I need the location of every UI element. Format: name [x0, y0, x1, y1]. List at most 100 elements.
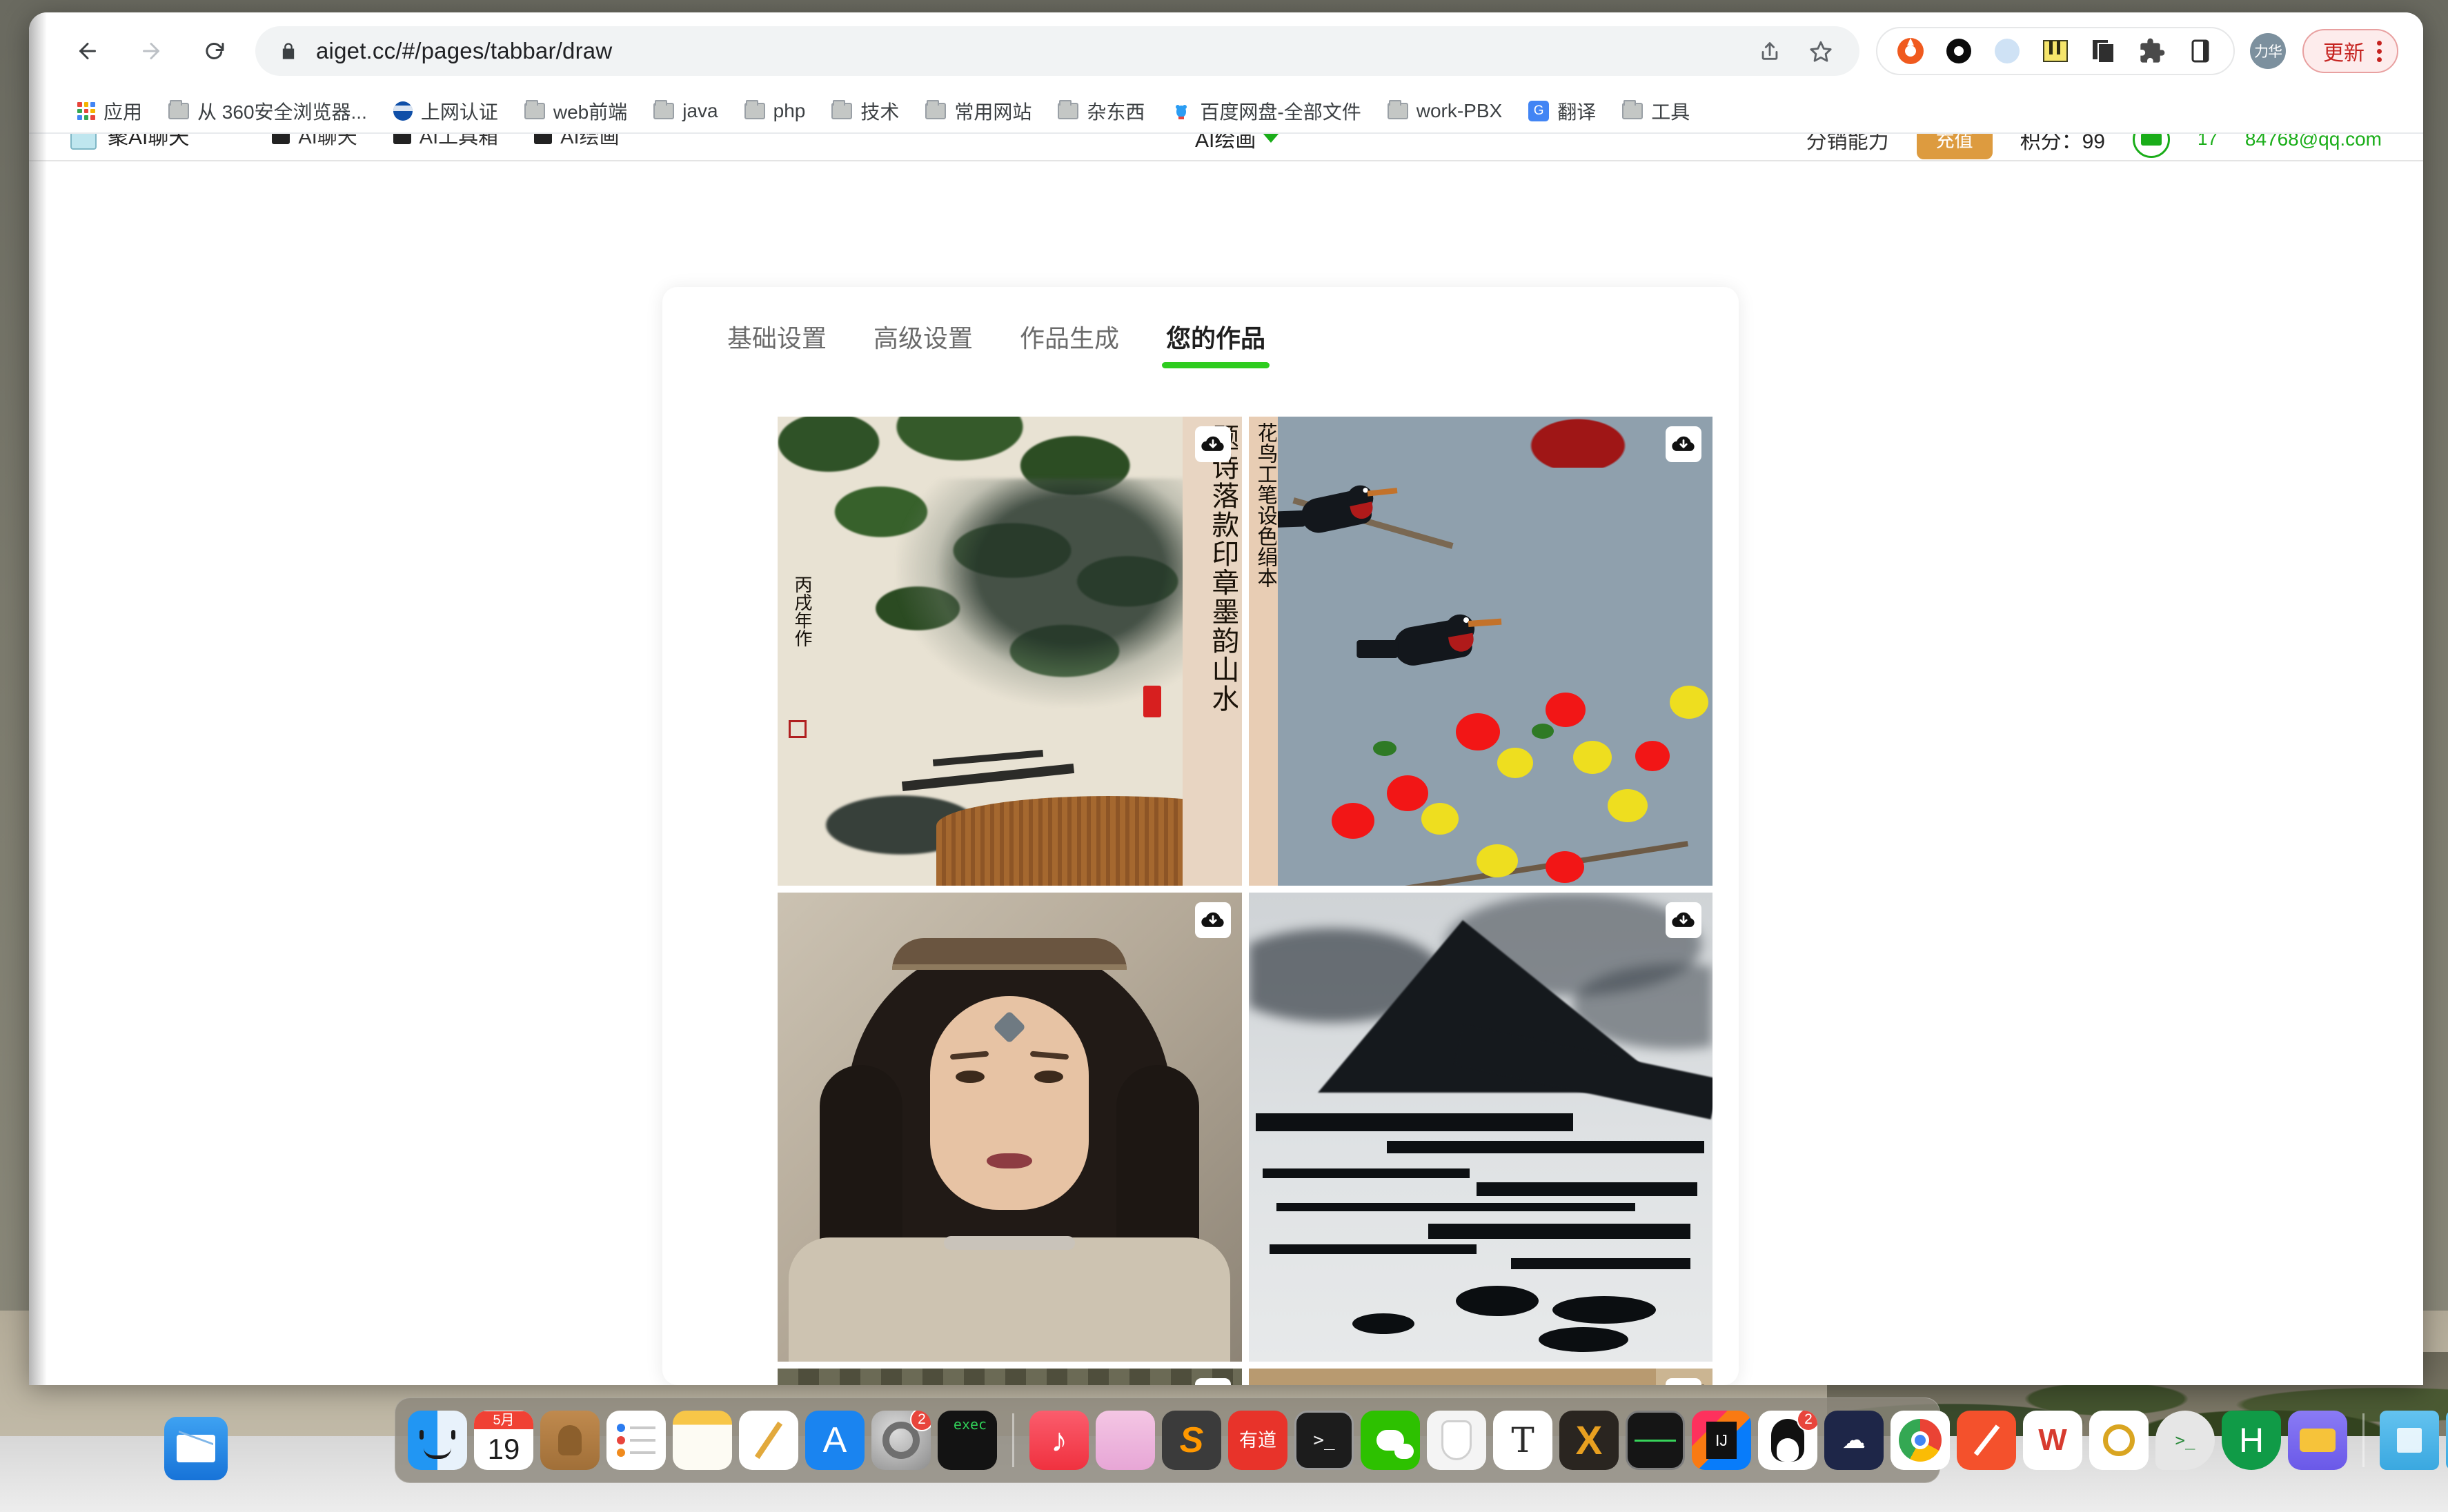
extension-puzzle-icon[interactable] [2137, 36, 2167, 66]
lips [987, 1153, 1032, 1168]
dock-wechat[interactable] [1361, 1411, 1420, 1470]
artwork-pine-landscape[interactable]: 丙戌年作 题诗落款印章墨韵山水 [778, 417, 1242, 886]
bookmark-label: 技术 [860, 97, 899, 125]
dock-intellij-idea[interactable]: IJ [1692, 1411, 1751, 1470]
download-cloud-icon[interactable] [1195, 1378, 1231, 1385]
kebab-menu-icon[interactable] [2377, 41, 2382, 62]
bookmark-tech[interactable]: 技术 [822, 93, 909, 129]
tab-advanced-settings[interactable]: 高级设置 [850, 319, 996, 372]
dock-sketch-pen[interactable] [1957, 1411, 2016, 1470]
dock-calendar[interactable]: 5月 19 [474, 1411, 533, 1470]
bookmark-java[interactable]: java [644, 96, 727, 126]
dock-activity-monitor[interactable] [1626, 1411, 1685, 1470]
dock-folder-downloads[interactable] [2380, 1411, 2439, 1470]
dock-typora[interactable]: T [1493, 1411, 1552, 1470]
app-brand-label: 聚AI聊天 [108, 134, 189, 150]
dock-cloud-note[interactable]: ☁ [1824, 1411, 1884, 1470]
extension-copy-doc-icon[interactable] [2089, 36, 2119, 66]
choker-necklace [944, 1236, 1075, 1250]
dock-textedit[interactable] [739, 1411, 798, 1470]
bookmark-auth[interactable]: 上网认证 [384, 93, 508, 129]
flower-yellow [1421, 803, 1459, 835]
bookmark-tools[interactable]: 工具 [1612, 93, 1699, 129]
profile-avatar[interactable]: 力华 [2250, 33, 2286, 69]
forward-arrow-icon[interactable] [131, 31, 171, 71]
dock-qq[interactable]: 2 [1758, 1411, 1817, 1470]
artwork-birds-flowers[interactable]: 花鸟工笔设色绢本 [1249, 417, 1713, 886]
dock-terminal[interactable]: >_ [1294, 1411, 1354, 1470]
address-bar[interactable]: aiget.cc/#/pages/tabbar/draw [255, 26, 1859, 76]
download-cloud-icon[interactable] [1195, 426, 1231, 462]
update-button[interactable]: 更新 [2302, 29, 2398, 73]
dock-sublime-text[interactable]: S [1162, 1411, 1221, 1470]
bird-lower [1390, 617, 1473, 669]
dock-contacts[interactable] [540, 1411, 600, 1470]
bookmark-common-sites[interactable]: 常用网站 [916, 93, 1041, 129]
dock-reminders[interactable] [606, 1411, 666, 1470]
bookmark-work-pbx[interactable]: work-PBX [1378, 96, 1512, 126]
app-nav-ai-chat[interactable]: AI聊天 [272, 134, 357, 150]
extension-sidepanel-icon[interactable] [2185, 36, 2215, 66]
download-cloud-icon[interactable] [1666, 1378, 1701, 1385]
flower-red [1387, 775, 1428, 811]
star-icon[interactable] [1806, 36, 1836, 66]
download-cloud-icon[interactable] [1666, 902, 1701, 938]
back-arrow-icon[interactable] [68, 31, 108, 71]
extension-piano-keys-icon[interactable] [2040, 36, 2071, 66]
dock-wps[interactable]: W [2023, 1411, 2082, 1470]
dock-iterm[interactable]: >_ [2155, 1411, 2215, 1470]
calendar-day: 19 [488, 1429, 520, 1469]
tab-your-works[interactable]: 您的作品 [1143, 319, 1289, 372]
bookmark-apps[interactable]: 应用 [68, 93, 152, 129]
user-avatar[interactable] [2133, 134, 2170, 158]
tab-basic-settings[interactable]: 基础设置 [704, 319, 850, 372]
dock-notes[interactable] [673, 1411, 732, 1470]
recharge-button[interactable]: 充值 [1917, 134, 1993, 159]
dock-xcode-x[interactable]: X [1559, 1411, 1619, 1470]
dock-hbuilder[interactable]: H [2222, 1411, 2281, 1470]
tab-generate[interactable]: 作品生成 [996, 319, 1143, 372]
artwork-court-figures[interactable] [778, 1369, 1242, 1385]
bookmark-misc[interactable]: 杂东西 [1048, 93, 1154, 129]
macos-dock: 5月 19 A 2 exec ♪ S 有道 >_ T X IJ 2 ☁ W >_… [395, 1397, 1940, 1483]
reload-icon[interactable] [195, 31, 235, 71]
bird-upper [1298, 488, 1373, 536]
bookmark-360[interactable]: 从 360安全浏览器... [159, 93, 377, 129]
app-brand[interactable]: 聚AI聊天 [70, 134, 189, 150]
dock-finder[interactable] [408, 1411, 467, 1470]
extension-orange-circle-icon[interactable] [1895, 36, 1926, 66]
artwork-ink-mountain[interactable] [1249, 893, 1713, 1362]
bookmark-php[interactable]: php [735, 96, 816, 126]
dock-youdao[interactable]: 有道 [1228, 1411, 1287, 1470]
extension-black-ring-icon[interactable] [1944, 36, 1974, 66]
dock-chrome[interactable] [1891, 1411, 1950, 1470]
app-nav-ai-draw[interactable]: AI绘画 [534, 134, 619, 150]
dock-photos[interactable] [1096, 1411, 1155, 1470]
mode-selector[interactable]: AI绘画 [1195, 134, 1279, 153]
distribution-link[interactable]: 分销能力 [1806, 134, 1889, 155]
flower-yellow [1497, 748, 1533, 778]
bookmark-translate[interactable]: G 翻译 [1519, 93, 1606, 129]
bookmarks-bar: 应用 从 360安全浏览器... 上网认证 web前端 java php 技术 [29, 90, 2423, 134]
dock-pitcher-app[interactable] [1427, 1411, 1486, 1470]
scroll-strip: 花鸟工笔设色绢本 [1249, 417, 1278, 886]
bookmark-webfront[interactable]: web前端 [515, 93, 637, 129]
dock-transmit[interactable] [2288, 1411, 2347, 1470]
hbuilder-glyph: H [2239, 1420, 2264, 1460]
download-cloud-icon[interactable] [1666, 426, 1701, 462]
dock-terminal-exec[interactable]: exec [938, 1411, 997, 1470]
artwork-female-portrait[interactable] [778, 893, 1242, 1362]
dock-music[interactable]: ♪ [1029, 1411, 1089, 1470]
bookmark-label: java [682, 100, 718, 122]
x-glyph: X [1576, 1418, 1603, 1464]
dock-alipay[interactable] [2089, 1411, 2149, 1470]
artwork-goose-maple[interactable]: 落款題跋 [1249, 1369, 1713, 1385]
bookmark-baidu-pan[interactable]: 百度网盘-全部文件 [1161, 93, 1370, 129]
dock-app-store[interactable]: A [805, 1411, 865, 1470]
extension-blue-swirl-icon[interactable] [1992, 36, 2022, 66]
share-icon[interactable] [1755, 36, 1785, 66]
dock-system-preferences[interactable]: 2 [871, 1411, 931, 1470]
dock-mail-icon[interactable] [164, 1417, 228, 1480]
download-cloud-icon[interactable] [1195, 902, 1231, 938]
app-nav-ai-toolbox[interactable]: AI工具箱 [393, 134, 498, 150]
